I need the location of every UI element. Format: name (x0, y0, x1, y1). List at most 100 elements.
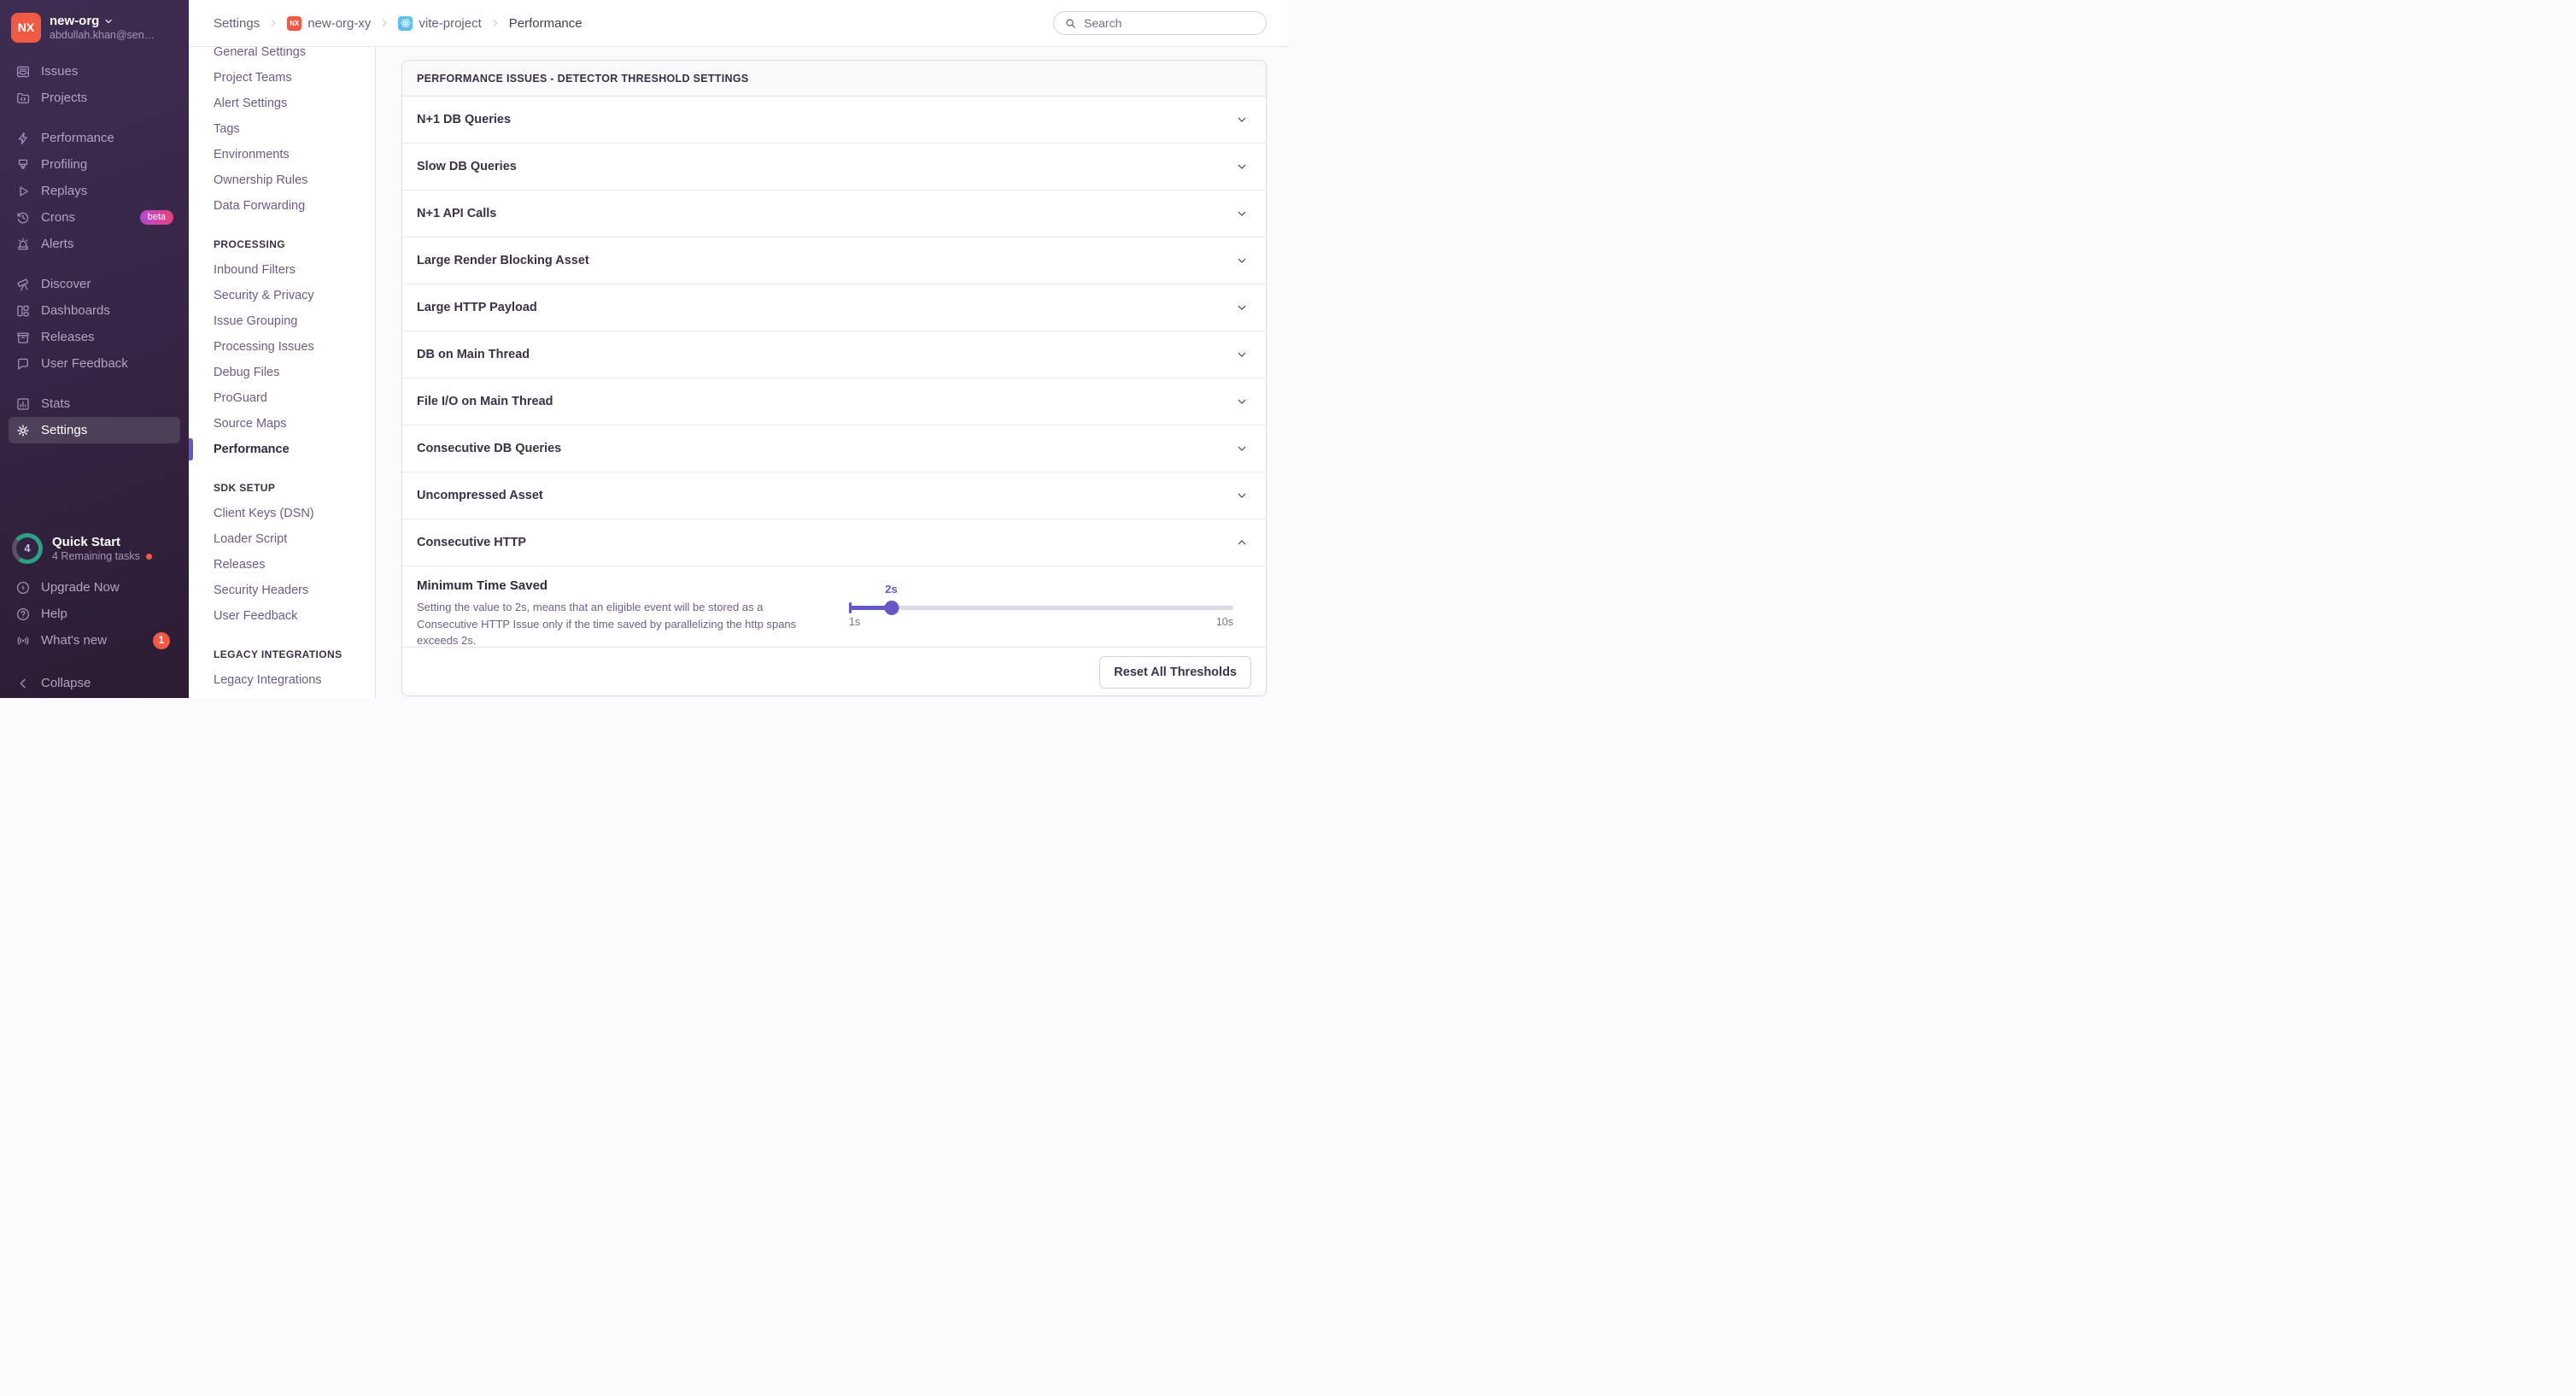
quick-start-subtitle: 4 Remaining tasks (52, 550, 140, 562)
settings-nav-item-ownership-rules[interactable]: Ownership Rules (214, 167, 366, 193)
sidebar-item-label: Issues (41, 64, 78, 79)
sidebar-item-label: Alerts (41, 237, 73, 251)
settings-nav-item-client-keys[interactable]: Client Keys (DSN) (214, 501, 366, 526)
sidebar-nav: Issues Projects Performance Profiling (0, 58, 189, 443)
chevron-down-icon (103, 16, 114, 26)
org-avatar: NX (11, 13, 41, 43)
app-screen: NX new-org abdullah.khan@sen… Issues (0, 0, 1288, 698)
sidebar-item-stats[interactable]: Stats (9, 390, 180, 417)
sidebar-item-user-feedback[interactable]: User Feedback (9, 350, 180, 377)
settings-nav-item-proguard[interactable]: ProGuard (214, 385, 366, 411)
sidebar-item-projects[interactable]: Projects (9, 85, 180, 111)
org-switcher[interactable]: NX new-org abdullah.khan@sen… (11, 12, 179, 43)
sidebar-item-label: Replays (41, 184, 87, 198)
settings-nav-item-processing-issues[interactable]: Processing Issues (214, 334, 366, 360)
settings-nav: General Settings Project Teams Alert Set… (189, 0, 376, 698)
search-icon (1064, 17, 1077, 30)
settings-nav-item-user-feedback[interactable]: User Feedback (214, 603, 366, 629)
sidebar-collapse-button[interactable]: Collapse (9, 670, 180, 696)
chevron-down-icon (1236, 161, 1248, 173)
detector-row-large-http-payload[interactable]: Large HTTP Payload (402, 284, 1266, 331)
detector-row-n1-db-queries[interactable]: N+1 DB Queries (402, 97, 1266, 144)
settings-nav-item-loader-script[interactable]: Loader Script (214, 526, 366, 552)
sidebar-item-releases[interactable]: Releases (9, 324, 180, 350)
sidebar-item-label: Crons (41, 210, 75, 225)
chevron-down-icon (1236, 302, 1248, 314)
consecutive-http-settings: Minimum Time Saved Setting the value to … (402, 566, 1266, 648)
breadcrumb-settings[interactable]: Settings (214, 16, 260, 31)
chevron-down-icon (1236, 443, 1248, 455)
sidebar-item-issues[interactable]: Issues (9, 58, 180, 85)
settings-nav-item-issue-grouping[interactable]: Issue Grouping (214, 308, 366, 334)
settings-nav-item-tags[interactable]: Tags (214, 116, 366, 142)
settings-nav-item-security-privacy[interactable]: Security & Privacy (214, 283, 366, 308)
detector-row-large-render-blocking-asset[interactable]: Large Render Blocking Asset (402, 238, 1266, 284)
main-sidebar: NX new-org abdullah.khan@sen… Issues (0, 0, 189, 698)
chevron-right-icon (267, 17, 279, 29)
detector-row-file-io-on-main-thread[interactable]: File I/O on Main Thread (402, 378, 1266, 425)
chevron-down-icon (1236, 490, 1248, 502)
sidebar-item-whats-new[interactable]: What's new 1 (9, 627, 180, 654)
sidebar-item-help[interactable]: Help (9, 601, 180, 627)
collapse-label: Collapse (41, 676, 91, 690)
chevron-left-icon (15, 676, 31, 691)
settings-nav-item-alert-settings[interactable]: Alert Settings (214, 91, 366, 116)
sidebar-item-discover[interactable]: Discover (9, 271, 180, 297)
sidebar-item-label: Performance (41, 131, 114, 145)
quick-start-title: Quick Start (52, 535, 152, 551)
issues-icon (15, 64, 31, 79)
sidebar-item-upgrade-now[interactable]: Upgrade Now (9, 574, 180, 601)
sidebar-item-label: What's new (41, 633, 107, 648)
profiling-icon (15, 157, 31, 173)
breadcrumb-organization[interactable]: NX new-org-xy (287, 16, 371, 31)
chevron-right-icon (489, 17, 501, 29)
sidebar-item-settings[interactable]: Settings (9, 417, 180, 443)
sidebar-item-crons[interactable]: Crons beta (9, 204, 180, 231)
detector-row-consecutive-db-queries[interactable]: Consecutive DB Queries (402, 425, 1266, 472)
chevron-down-icon (1236, 349, 1248, 361)
search-input[interactable] (1084, 16, 1256, 30)
help-icon (15, 607, 31, 622)
slider-track[interactable] (849, 606, 1233, 610)
minimum-time-saved-slider: 2s 1s 10s (849, 578, 1233, 647)
settings-nav-item-project-teams[interactable]: Project Teams (214, 65, 366, 91)
breadcrumb-current-page: Performance (509, 16, 583, 31)
sidebar-item-dashboards[interactable]: Dashboards (9, 297, 180, 324)
sidebar-item-label: Stats (41, 396, 70, 411)
sidebar-item-label: Discover (41, 277, 91, 291)
clock-icon (15, 210, 31, 226)
gear-icon (15, 423, 31, 438)
settings-nav-item-legacy-integrations[interactable]: Legacy Integrations (214, 667, 366, 693)
chevron-right-icon (378, 17, 390, 29)
quick-start-count: 4 (16, 537, 38, 560)
reset-all-thresholds-button[interactable]: Reset All Thresholds (1099, 656, 1251, 689)
siren-icon (15, 237, 31, 252)
slider-max-label: 10s (1216, 616, 1233, 628)
detector-row-db-on-main-thread[interactable]: DB on Main Thread (402, 331, 1266, 378)
sidebar-item-profiling[interactable]: Profiling (9, 151, 180, 178)
detector-row-slow-db-queries[interactable]: Slow DB Queries (402, 144, 1266, 191)
sidebar-item-replays[interactable]: Replays (9, 178, 180, 204)
org-user-email: abdullah.khan@sen… (50, 29, 155, 41)
slider-thumb[interactable] (884, 601, 899, 615)
breadcrumb-project[interactable]: vite-project (398, 16, 481, 31)
search-box[interactable] (1053, 11, 1267, 35)
settings-nav-item-environments[interactable]: Environments (214, 142, 366, 167)
sidebar-item-performance[interactable]: Performance (9, 125, 180, 151)
detector-row-consecutive-http[interactable]: Consecutive HTTP (402, 519, 1266, 566)
settings-nav-item-performance[interactable]: Performance (214, 437, 366, 462)
sidebar-item-alerts[interactable]: Alerts (9, 231, 180, 257)
settings-nav-item-debug-files[interactable]: Debug Files (214, 360, 366, 385)
settings-nav-item-inbound-filters[interactable]: Inbound Filters (214, 257, 366, 283)
sidebar-item-label: Dashboards (41, 303, 110, 318)
settings-nav-item-security-headers[interactable]: Security Headers (214, 578, 366, 603)
settings-nav-item-source-maps[interactable]: Source Maps (214, 411, 366, 437)
settings-nav-item-data-forwarding[interactable]: Data Forwarding (214, 193, 366, 219)
detector-row-uncompressed-asset[interactable]: Uncompressed Asset (402, 472, 1266, 519)
quick-start[interactable]: 4 Quick Start 4 Remaining tasks (9, 533, 180, 564)
detector-row-n1-api-calls[interactable]: N+1 API Calls (402, 191, 1266, 238)
settings-nav-item-releases[interactable]: Releases (214, 552, 366, 578)
slider-start-cap (849, 602, 852, 613)
slider-min-label: 1s (849, 616, 860, 628)
lightning-icon (15, 131, 31, 146)
